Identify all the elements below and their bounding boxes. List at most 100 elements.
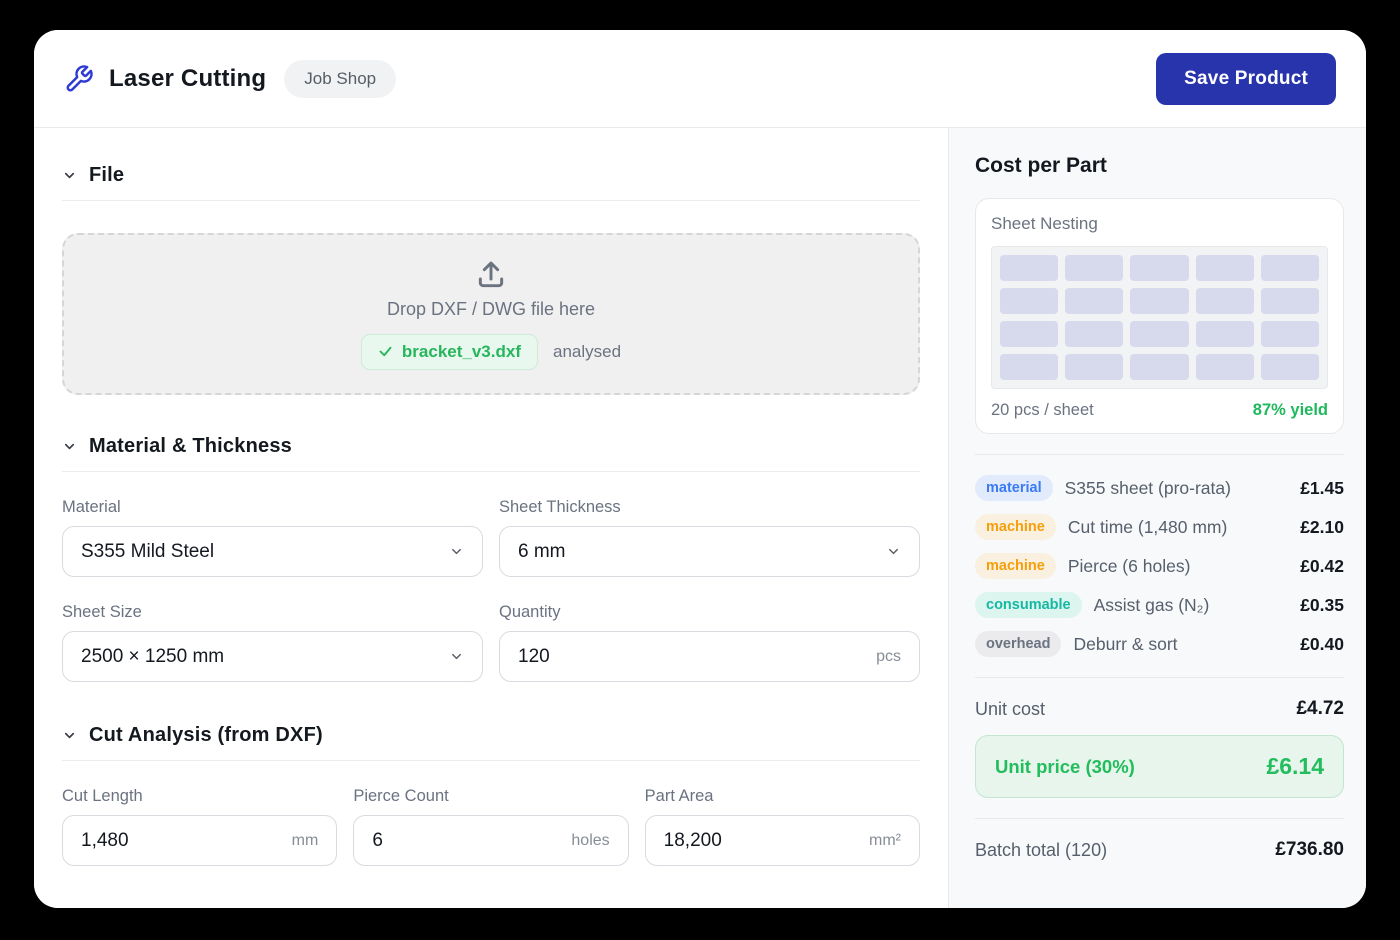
quantity-value: 120 [518, 646, 550, 668]
part-area-value: 18,200 [664, 830, 722, 852]
unit-price-amount: £6.14 [1266, 753, 1324, 780]
app-window: Laser Cutting Job Shop Save Product File… [34, 30, 1366, 908]
cut-section-header[interactable]: Cut Analysis (from DXF) [62, 710, 920, 760]
cost-tag: overhead [975, 631, 1061, 657]
cost-item-amount: £0.35 [1300, 595, 1344, 616]
cost-item-amount: £0.40 [1300, 634, 1344, 655]
file-dropzone[interactable]: Drop DXF / DWG file here bracket_v3.dxf … [62, 233, 920, 395]
nested-part [1065, 288, 1123, 314]
nested-part [1130, 354, 1188, 380]
cost-per-part-title: Cost per Part [975, 154, 1344, 178]
nested-part [1196, 288, 1254, 314]
cost-item-label: S355 sheet (pro-rata) [1065, 478, 1301, 499]
unit-price-box: Unit price (30%) £6.14 [975, 735, 1344, 798]
unit-cost-label: Unit cost [975, 699, 1045, 720]
nested-part [1261, 354, 1319, 380]
batch-total-label: Batch total (120) [975, 840, 1107, 861]
nested-part [1000, 255, 1058, 281]
chevron-down-icon [449, 544, 464, 559]
divider [975, 677, 1344, 678]
sheet-size-select[interactable]: 2500 × 1250 mm [62, 631, 483, 682]
nested-part [1065, 255, 1123, 281]
cost-item-amount: £0.42 [1300, 556, 1344, 577]
batch-total-amount: £736.80 [1275, 839, 1344, 861]
quantity-input[interactable]: 120 pcs [499, 631, 920, 682]
upload-icon [475, 259, 507, 291]
file-section-header[interactable]: File [62, 150, 920, 200]
cost-item-row: consumable Assist gas (N₂) £0.35 [975, 592, 1344, 618]
material-select[interactable]: S355 Mild Steel [62, 526, 483, 577]
cut-length-label: Cut Length [62, 787, 337, 806]
chevron-down-icon [449, 649, 464, 664]
divider [975, 818, 1344, 819]
nested-part [1196, 354, 1254, 380]
cost-item-amount: £1.45 [1300, 478, 1344, 499]
part-area-label: Part Area [645, 787, 920, 806]
material-section-title: Material & Thickness [89, 435, 292, 458]
batch-total-row: Batch total (120) £736.80 [975, 839, 1344, 861]
cost-item-label: Cut time (1,480 mm) [1068, 517, 1300, 538]
pierce-count-unit: holes [571, 832, 609, 850]
nested-part [1000, 354, 1058, 380]
pierce-count-label: Pierce Count [353, 787, 628, 806]
nested-part [1130, 321, 1188, 347]
nested-part [1000, 288, 1058, 314]
cost-item-row: machine Pierce (6 holes) £0.42 [975, 553, 1344, 579]
file-status: analysed [553, 342, 621, 362]
nested-part [1261, 321, 1319, 347]
unit-price-label: Unit price (30%) [995, 756, 1135, 778]
pierce-count-value: 6 [372, 830, 383, 852]
cost-sidebar: Cost per Part Sheet Nesting 20 pcs / she… [948, 128, 1366, 908]
cost-tag: machine [975, 514, 1056, 540]
chevron-down-icon [62, 728, 77, 743]
nested-part [1196, 321, 1254, 347]
cost-tag: consumable [975, 592, 1082, 618]
cut-section-title: Cut Analysis (from DXF) [89, 724, 323, 747]
divider [975, 454, 1344, 455]
part-area-unit: mm² [869, 832, 901, 850]
nested-part [1261, 255, 1319, 281]
cost-tag: material [975, 475, 1053, 501]
cut-length-unit: mm [292, 832, 319, 850]
cost-item-row: machine Cut time (1,480 mm) £2.10 [975, 514, 1344, 540]
page-title: Laser Cutting [109, 65, 266, 93]
file-chip: bracket_v3.dxf [361, 334, 538, 370]
thickness-value: 6 mm [518, 541, 566, 563]
nested-part [1261, 288, 1319, 314]
pieces-per-sheet: 20 pcs / sheet [991, 401, 1094, 420]
header: Laser Cutting Job Shop Save Product [34, 30, 1366, 128]
nested-part [1000, 321, 1058, 347]
sheet-size-value: 2500 × 1250 mm [81, 646, 224, 668]
cost-tag: machine [975, 553, 1056, 579]
cost-item-row: material S355 sheet (pro-rata) £1.45 [975, 475, 1344, 501]
nested-part [1196, 255, 1254, 281]
cost-item-row: overhead Deburr & sort £0.40 [975, 631, 1344, 657]
nesting-grid [991, 246, 1328, 389]
part-area-input[interactable]: 18,200 mm² [645, 815, 920, 866]
save-product-button[interactable]: Save Product [1156, 53, 1336, 105]
sheet-size-label: Sheet Size [62, 603, 483, 622]
thickness-select[interactable]: 6 mm [499, 526, 920, 577]
sheet-nesting-title: Sheet Nesting [991, 214, 1328, 234]
wrench-icon [64, 64, 94, 94]
chevron-down-icon [62, 168, 77, 183]
quantity-unit: pcs [876, 648, 901, 666]
cut-length-input[interactable]: 1,480 mm [62, 815, 337, 866]
unit-cost-row: Unit cost £4.72 [975, 698, 1344, 720]
chevron-down-icon [886, 544, 901, 559]
material-section-header[interactable]: Material & Thickness [62, 421, 920, 471]
unit-cost-amount: £4.72 [1296, 698, 1344, 720]
material-value: S355 Mild Steel [81, 541, 214, 563]
cut-length-value: 1,480 [81, 830, 129, 852]
cost-item-amount: £2.10 [1300, 517, 1344, 538]
pierce-count-input[interactable]: 6 holes [353, 815, 628, 866]
dropzone-text: Drop DXF / DWG file here [387, 299, 595, 320]
material-label: Material [62, 498, 483, 517]
thickness-label: Sheet Thickness [499, 498, 920, 517]
chevron-down-icon [62, 439, 77, 454]
check-icon [378, 344, 393, 359]
sheet-nesting-card: Sheet Nesting 20 pcs / sheet 87% yield [975, 198, 1344, 434]
divider [62, 200, 920, 201]
quantity-label: Quantity [499, 603, 920, 622]
cost-item-label: Assist gas (N₂) [1094, 595, 1301, 616]
